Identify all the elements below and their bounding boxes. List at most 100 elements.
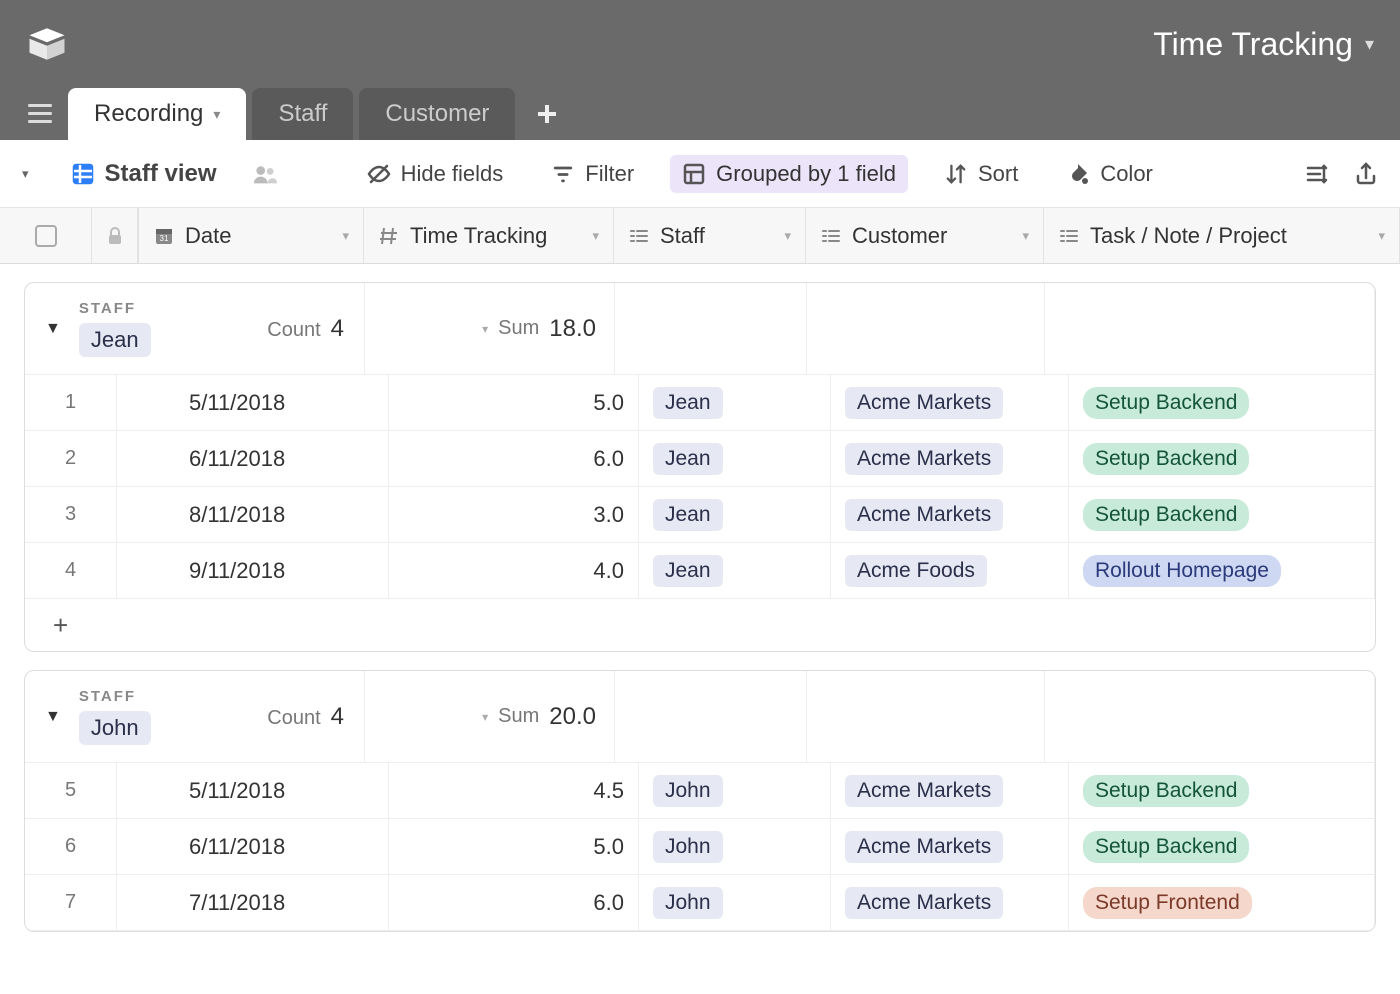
cell-customer[interactable]: Acme Markets xyxy=(831,375,1069,430)
column-header-task[interactable]: Task / Note / Project ▾ xyxy=(1044,208,1400,263)
group-count[interactable]: Count 4 xyxy=(267,315,344,343)
cell-time[interactable]: 3.0 xyxy=(389,487,639,542)
cell-customer[interactable]: Acme Markets xyxy=(831,819,1069,874)
cell-customer[interactable]: Acme Markets xyxy=(831,487,1069,542)
group-icon xyxy=(682,162,706,186)
column-label: Task / Note / Project xyxy=(1090,223,1287,249)
collaborators-icon[interactable] xyxy=(253,162,277,186)
cell-date[interactable]: 5/11/2018 xyxy=(117,375,389,430)
cell-task[interactable]: Setup Frontend xyxy=(1069,875,1375,930)
cell-time[interactable]: 5.0 xyxy=(389,375,639,430)
collapse-icon[interactable]: ▼ xyxy=(45,708,61,726)
tool-label: Filter xyxy=(585,161,634,187)
cell-staff[interactable]: John xyxy=(639,819,831,874)
cell-staff[interactable]: Jean xyxy=(639,487,831,542)
row-number: 4 xyxy=(25,543,117,598)
cell-task[interactable]: Rollout Homepage xyxy=(1069,543,1375,598)
table-row[interactable]: 7 7/11/2018 6.0 John Acme Markets Setup … xyxy=(25,875,1375,931)
cell-customer[interactable]: Acme Markets xyxy=(831,431,1069,486)
cell-staff[interactable]: John xyxy=(639,763,831,818)
column-label: Staff xyxy=(660,223,705,249)
select-all-checkbox[interactable] xyxy=(0,208,92,263)
cell-time[interactable]: 6.0 xyxy=(389,875,639,930)
row-number: 3 xyxy=(25,487,117,542)
cell-date[interactable]: 7/11/2018 xyxy=(117,875,389,930)
group-value-tag[interactable]: John xyxy=(79,711,151,745)
cell-task[interactable]: Setup Backend xyxy=(1069,819,1375,874)
filter-button[interactable]: Filter xyxy=(539,155,646,193)
number-icon xyxy=(378,225,400,247)
grid-view-icon xyxy=(71,162,95,186)
row-height-icon[interactable] xyxy=(1304,162,1328,186)
color-button[interactable]: Color xyxy=(1054,155,1165,193)
cell-date[interactable]: 6/11/2018 xyxy=(117,431,389,486)
group-button[interactable]: Grouped by 1 field xyxy=(670,155,908,193)
group: ▼ STAFF John Count 4 ▾Sum 20.0 5 5/11/20… xyxy=(24,670,1376,932)
tab-recording[interactable]: Recording ▾ xyxy=(68,88,246,140)
cell-time[interactable]: 4.0 xyxy=(389,543,639,598)
cell-time[interactable]: 4.5 xyxy=(389,763,639,818)
cell-customer[interactable]: Acme Markets xyxy=(831,875,1069,930)
tool-label: Hide fields xyxy=(401,161,504,187)
cell-time[interactable]: 5.0 xyxy=(389,819,639,874)
tab-label: Customer xyxy=(385,100,489,128)
table-row[interactable]: 3 8/11/2018 3.0 Jean Acme Markets Setup … xyxy=(25,487,1375,543)
color-icon xyxy=(1066,162,1090,186)
menu-icon[interactable] xyxy=(20,88,60,140)
table-row[interactable]: 4 9/11/2018 4.0 Jean Acme Foods Rollout … xyxy=(25,543,1375,599)
chevron-down-icon[interactable]: ▾ xyxy=(342,228,349,244)
cell-customer[interactable]: Acme Markets xyxy=(831,763,1069,818)
column-header-time[interactable]: Time Tracking ▾ xyxy=(364,208,614,263)
group-value-tag[interactable]: Jean xyxy=(79,323,151,357)
view-name: Staff view xyxy=(105,160,217,188)
table-row[interactable]: 5 5/11/2018 4.5 John Acme Markets Setup … xyxy=(25,763,1375,819)
cell-task[interactable]: Setup Backend xyxy=(1069,487,1375,542)
table-row[interactable]: 6 6/11/2018 5.0 John Acme Markets Setup … xyxy=(25,819,1375,875)
cell-date[interactable]: 5/11/2018 xyxy=(117,763,389,818)
chevron-down-icon[interactable]: ▾ xyxy=(784,228,791,244)
column-header-staff[interactable]: Staff ▾ xyxy=(614,208,806,263)
table-tabs: Recording ▾ Staff Customer xyxy=(0,88,1400,140)
cell-date[interactable]: 8/11/2018 xyxy=(117,487,389,542)
cell-time[interactable]: 6.0 xyxy=(389,431,639,486)
cell-date[interactable]: 9/11/2018 xyxy=(117,543,389,598)
group-sum[interactable]: ▾Sum 20.0 xyxy=(365,671,615,762)
cell-staff[interactable]: Jean xyxy=(639,431,831,486)
table-row[interactable]: 2 6/11/2018 6.0 Jean Acme Markets Setup … xyxy=(25,431,1375,487)
workspace-switcher[interactable]: Time Tracking ▾ xyxy=(1153,26,1374,63)
app-header: Time Tracking ▾ Recording ▾ Staff Custom… xyxy=(0,0,1400,140)
column-header-customer[interactable]: Customer ▾ xyxy=(806,208,1044,263)
app-logo-icon xyxy=(26,23,68,65)
chevron-down-icon[interactable]: ▾ xyxy=(592,228,599,244)
views-dropdown[interactable]: ▾ xyxy=(22,166,29,182)
hide-fields-button[interactable]: Hide fields xyxy=(355,155,516,193)
cell-staff[interactable]: John xyxy=(639,875,831,930)
sort-icon xyxy=(944,162,968,186)
group-field-label: STAFF xyxy=(79,688,151,705)
add-tab-button[interactable] xyxy=(527,88,567,140)
cell-task[interactable]: Setup Backend xyxy=(1069,431,1375,486)
cell-staff[interactable]: Jean xyxy=(639,375,831,430)
view-switcher[interactable]: Staff view xyxy=(59,154,229,194)
cell-task[interactable]: Setup Backend xyxy=(1069,763,1375,818)
tool-label: Grouped by 1 field xyxy=(716,161,896,187)
chevron-down-icon[interactable]: ▾ xyxy=(1378,228,1385,244)
share-icon[interactable] xyxy=(1354,162,1378,186)
collapse-icon[interactable]: ▼ xyxy=(45,320,61,338)
cell-staff[interactable]: Jean xyxy=(639,543,831,598)
cell-customer[interactable]: Acme Foods xyxy=(831,543,1069,598)
group-sum[interactable]: ▾Sum 18.0 xyxy=(365,283,615,374)
table-row[interactable]: 1 5/11/2018 5.0 Jean Acme Markets Setup … xyxy=(25,375,1375,431)
column-header-date[interactable]: 31 Date ▾ xyxy=(138,208,364,263)
chevron-down-icon[interactable]: ▾ xyxy=(1022,228,1029,244)
tab-customer[interactable]: Customer xyxy=(359,88,515,140)
calendar-icon: 31 xyxy=(153,225,175,247)
add-row-button[interactable]: + xyxy=(25,599,1375,651)
sort-button[interactable]: Sort xyxy=(932,155,1030,193)
group-header: ▼ STAFF Jean Count 4 ▾Sum 18.0 xyxy=(25,283,1375,375)
cell-date[interactable]: 6/11/2018 xyxy=(117,819,389,874)
group-count[interactable]: Count 4 xyxy=(267,703,344,731)
cell-task[interactable]: Setup Backend xyxy=(1069,375,1375,430)
tab-staff[interactable]: Staff xyxy=(252,88,353,140)
svg-text:31: 31 xyxy=(160,234,169,243)
